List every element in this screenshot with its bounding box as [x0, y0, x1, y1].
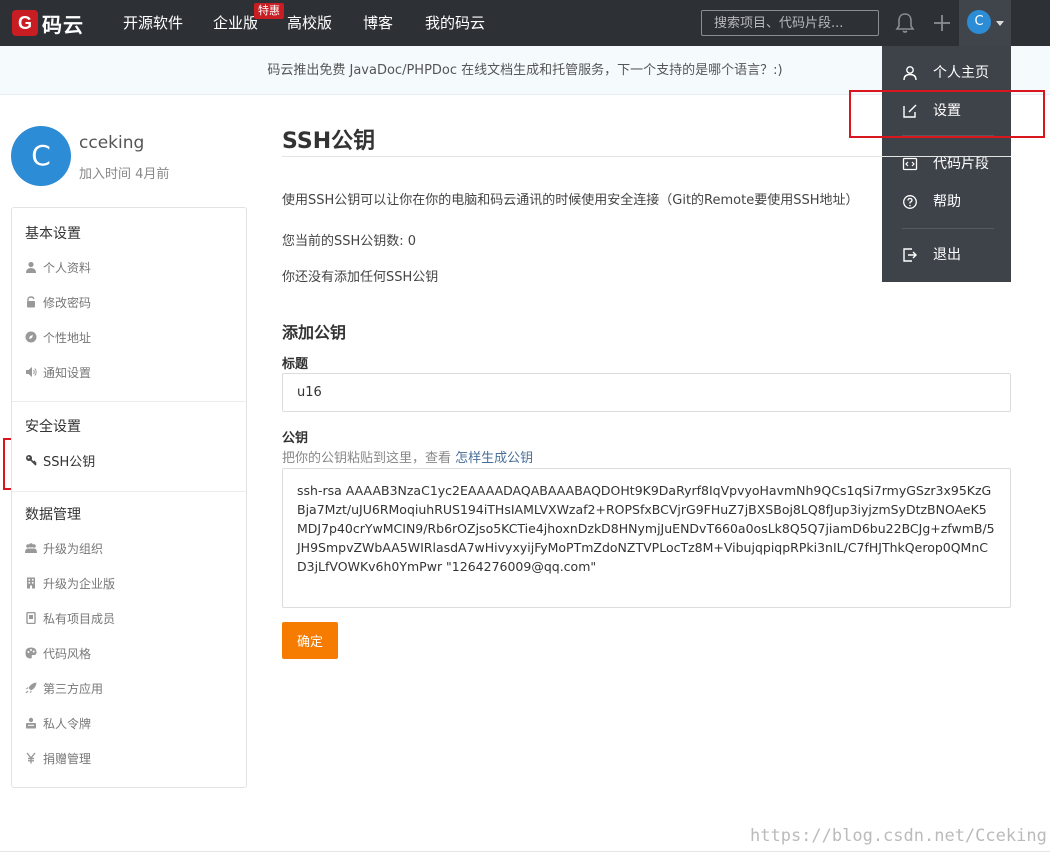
sidebar-item-upgrade-org[interactable]: 升级为组织 [25, 538, 103, 558]
sidebar-item-label: 捐赠管理 [43, 751, 92, 766]
nav-enterprise[interactable]: 企业版 [213, 0, 258, 46]
logo[interactable]: G 码云 [12, 9, 84, 37]
sidebar-item-label: 个人资料 [43, 260, 92, 275]
user-icon [26, 261, 36, 273]
footer-divider [0, 851, 1050, 852]
sidebar-item-label: 私有项目成员 [43, 611, 116, 626]
key-title-input[interactable] [282, 373, 1011, 412]
sidebar-item-code-style[interactable]: 代码风格 [25, 643, 91, 663]
hot-badge: 特惠 [254, 3, 284, 19]
public-key-textarea[interactable]: ssh-rsa AAAAB3NzaC1yc2EAAAADAQABAAABAQDO… [282, 468, 1011, 608]
profile-avatar[interactable]: C [11, 126, 71, 186]
logo-text: 码云 [42, 12, 84, 37]
highlight-box-settings [849, 90, 1045, 138]
sidebar-item-private-members[interactable]: 私有项目成员 [25, 608, 115, 628]
menu-item-label: 退出 [933, 247, 961, 263]
sidebar-item-password[interactable]: 修改密码 [25, 292, 91, 312]
sidebar-item-donations[interactable]: 捐赠管理 [25, 748, 91, 768]
nav-university[interactable]: 高校版 [287, 0, 332, 46]
sidebar-item-personal-url[interactable]: 个性地址 [25, 327, 91, 347]
compass-icon [25, 331, 37, 343]
profile-username[interactable]: cceking [79, 133, 144, 153]
token-icon [26, 717, 36, 729]
ssh-key-count: 您当前的SSH公钥数: 0 [282, 234, 417, 249]
plus-icon[interactable] [932, 12, 952, 34]
sidebar-item-label: 通知设置 [43, 365, 92, 380]
member-icon [26, 612, 36, 624]
sidebar-item-notifications[interactable]: 通知设置 [25, 362, 91, 382]
sidebar-item-private-tokens[interactable]: 私人令牌 [25, 713, 91, 733]
sidebar-divider [12, 401, 246, 402]
palette-icon [25, 647, 37, 659]
nav-my-gitee[interactable]: 我的码云 [425, 0, 485, 46]
user-dropdown-menu: 个人主页 设置 代码片段 帮助 退出 [882, 46, 1011, 282]
page-title: SSH公钥 [282, 129, 376, 154]
sidebar-item-label: 个性地址 [43, 330, 92, 345]
key-icon [26, 455, 37, 466]
user-icon [903, 66, 917, 81]
top-navbar: G 码云 开源软件 企业版 特惠 高校版 博客 我的码云 C [0, 0, 1050, 46]
how-to-generate-key-link[interactable]: 怎样生成公钥 [455, 451, 533, 466]
sidebar-divider [12, 491, 246, 492]
sidebar-item-upgrade-enterprise[interactable]: 升级为企业版 [25, 573, 115, 593]
menu-item-label: 帮助 [933, 194, 961, 210]
settings-sidebar: 基本设置 个人资料 修改密码 个性地址 通知设置 安全设置 SSH公钥 数据管理… [11, 207, 247, 788]
logo-mark: G [12, 10, 38, 36]
sidebar-item-label: SSH公钥 [43, 454, 96, 470]
watermark: https://blog.csdn.net/Cceking [750, 826, 1047, 846]
key-field-label: 公钥 [282, 431, 309, 446]
nav-open-source[interactable]: 开源软件 [123, 0, 183, 46]
code-icon [902, 157, 918, 171]
lock-icon [27, 296, 35, 308]
sidebar-section-basic: 基本设置 [25, 226, 81, 242]
sidebar-item-label: 私人令牌 [43, 716, 92, 731]
menu-item-snippets[interactable]: 代码片段 [882, 146, 1011, 182]
sidebar-section-data: 数据管理 [25, 507, 81, 523]
menu-item-help[interactable]: 帮助 [882, 184, 1011, 220]
sidebar-item-label: 修改密码 [43, 295, 92, 310]
sidebar-item-label: 升级为组织 [43, 541, 104, 556]
sidebar-item-label: 升级为企业版 [43, 576, 116, 591]
menu-divider [902, 228, 994, 229]
chevron-down-icon [996, 21, 1004, 26]
menu-item-profile[interactable]: 个人主页 [882, 55, 1011, 91]
sidebar-item-label: 代码风格 [43, 646, 92, 661]
menu-item-logout[interactable]: 退出 [882, 237, 1011, 273]
add-key-heading: 添加公钥 [282, 323, 347, 342]
bell-icon[interactable] [895, 12, 915, 34]
logout-icon [903, 248, 917, 262]
title-field-label: 标题 [282, 357, 309, 372]
profile-joined-date: 加入时间 4月前 [79, 167, 170, 182]
rocket-icon [25, 682, 37, 694]
key-hint: 把你的公钥粘贴到这里，查看 怎样生成公钥 [282, 447, 533, 466]
submit-button[interactable]: 确定 [282, 622, 338, 659]
sidebar-item-ssh-keys[interactable]: SSH公钥 [25, 450, 95, 470]
yen-icon [26, 752, 36, 764]
key-hint-text: 把你的公钥粘贴到这里，查看 [282, 451, 452, 466]
users-icon [25, 543, 37, 553]
building-icon [27, 577, 35, 589]
menu-item-label: 个人主页 [933, 65, 989, 81]
menu-item-label: 代码片段 [933, 156, 989, 172]
search-input[interactable] [701, 10, 879, 36]
nav-blog[interactable]: 博客 [363, 0, 393, 46]
sidebar-item-label: 第三方应用 [43, 681, 104, 696]
sidebar-item-profile[interactable]: 个人资料 [25, 257, 91, 277]
title-divider [282, 156, 1011, 157]
user-menu-toggle[interactable]: C [959, 0, 1011, 46]
speaker-icon [26, 367, 37, 377]
sidebar-item-third-party-apps[interactable]: 第三方应用 [25, 678, 103, 698]
help-icon [903, 195, 917, 209]
empty-state-text: 你还没有添加任何SSH公钥 [282, 270, 439, 285]
ssh-description: 使用SSH公钥可以让你在你的电脑和码云通讯的时候使用安全连接（Git的Remot… [282, 193, 859, 208]
avatar: C [967, 10, 991, 34]
sidebar-section-security: 安全设置 [25, 419, 81, 435]
